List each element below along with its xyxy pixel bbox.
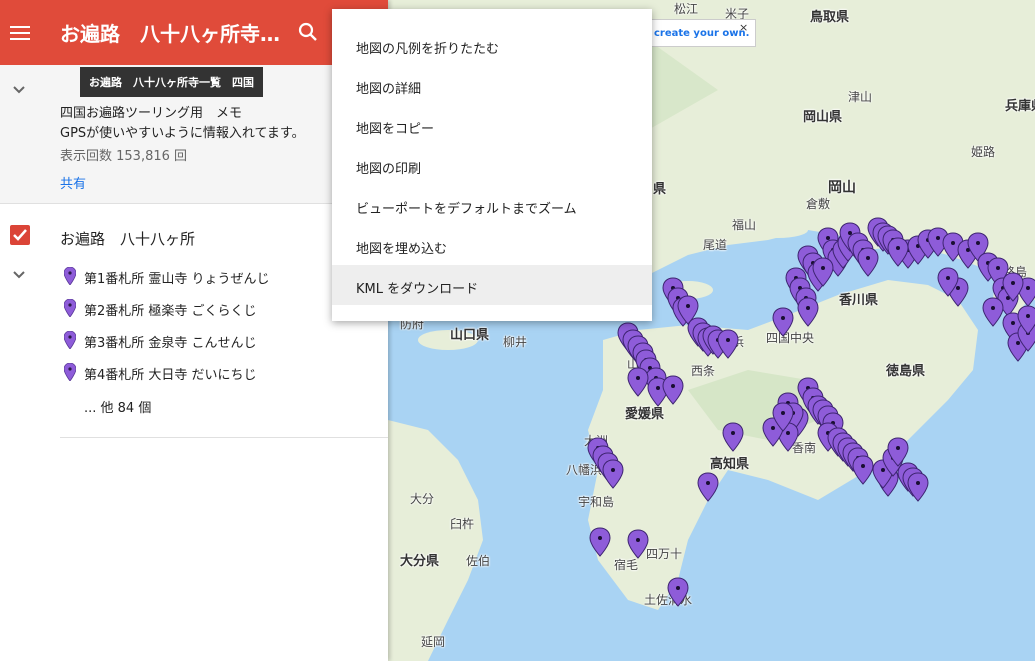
map-pin-icon xyxy=(64,267,76,285)
panel-header: お遍路 八十八ヶ所寺… xyxy=(0,0,388,65)
temple-marker[interactable] xyxy=(722,422,744,452)
layer-title[interactable]: お遍路 八十八ヶ所 xyxy=(60,228,195,249)
map-description: 四国お遍路ツーリング用 メモ xyxy=(60,106,243,121)
list-item-label: 第1番札所 霊山寺 りょうぜんじ xyxy=(84,272,270,287)
chevron-down-icon[interactable] xyxy=(12,83,26,97)
menu-item-print-map[interactable]: 地図の印刷 xyxy=(332,145,652,185)
list-item-label: 第3番札所 金泉寺 こんせんじ xyxy=(84,336,257,351)
menu-item-embed-map[interactable]: 地図を埋め込む xyxy=(332,225,652,265)
menu-item-map-details[interactable]: 地図の詳細 xyxy=(332,65,652,105)
temple-marker[interactable] xyxy=(662,375,684,405)
more-items-link[interactable]: ... 他 84 個 xyxy=(84,397,151,416)
temple-marker[interactable] xyxy=(667,577,689,607)
share-link[interactable]: 共有 xyxy=(60,173,86,192)
menu-item-label: 地図をコピー xyxy=(356,122,435,137)
legend-panel: お遍路 八十八ヶ所寺… お遍路 八十八ヶ所寺一覧 四国 四国お遍路ツーリング用 … xyxy=(0,0,388,661)
menu-item-label: ビューポートをデフォルトまでズーム xyxy=(356,202,577,217)
menu-item-label: 地図の凡例を折りたたむ xyxy=(356,42,500,57)
map-description: GPSが使いやすいように情報入れてます。 xyxy=(60,126,305,141)
layer-checkbox[interactable] xyxy=(10,225,30,245)
chevron-down-icon[interactable] xyxy=(12,268,26,282)
temple-marker[interactable] xyxy=(852,455,874,485)
temple-marker[interactable] xyxy=(857,247,879,277)
options-menu: 地図の凡例を折りたたむ 地図の詳細 地図をコピー 地図の印刷 ビューポートをデフ… xyxy=(332,9,652,321)
menu-item-label: 地図を埋め込む xyxy=(356,242,448,257)
menu-item-label: 地図の印刷 xyxy=(356,162,422,177)
list-item-label: 第4番札所 大日寺 だいにちじ xyxy=(84,368,257,383)
menu-item-label: KML をダウンロード xyxy=(356,282,479,297)
check-icon xyxy=(13,229,27,241)
close-icon[interactable]: × xyxy=(739,21,748,34)
temple-marker[interactable] xyxy=(627,367,649,397)
temple-marker[interactable] xyxy=(627,529,649,559)
temple-marker[interactable] xyxy=(602,459,624,489)
temple-marker[interactable] xyxy=(982,297,1004,327)
temple-marker[interactable] xyxy=(589,527,611,557)
map-title[interactable]: お遍路 八十八ヶ所寺… xyxy=(60,18,280,47)
list-item-label: 第2番札所 極楽寺 ごくらくじ xyxy=(84,304,257,319)
temple-marker[interactable] xyxy=(907,472,929,502)
menu-item-collapse-legend[interactable]: 地図の凡例を折りたたむ xyxy=(332,25,652,65)
map-pin-icon xyxy=(64,363,76,381)
menu-item-zoom-default[interactable]: ビューポートをデフォルトまでズーム xyxy=(332,185,652,225)
map-pin-icon xyxy=(64,299,76,317)
divider xyxy=(60,437,388,438)
view-count: 表示回数 153,816 回 xyxy=(60,149,188,164)
temple-marker[interactable] xyxy=(797,297,819,327)
banner-link[interactable]: create your own. xyxy=(654,28,749,39)
menu-item-download-kml[interactable]: KML をダウンロード xyxy=(332,265,652,305)
search-icon[interactable] xyxy=(298,22,318,42)
menu-item-label: 地図の詳細 xyxy=(356,82,422,97)
temple-marker[interactable] xyxy=(772,307,794,337)
create-map-banner: create your own. × xyxy=(650,19,756,47)
map-pin-icon xyxy=(64,331,76,349)
menu-item-copy-map[interactable]: 地図をコピー xyxy=(332,105,652,145)
title-tooltip: お遍路 八十八ヶ所寺一覧 四国 xyxy=(80,67,263,97)
temple-marker[interactable] xyxy=(697,472,719,502)
menu-icon[interactable] xyxy=(10,22,30,42)
